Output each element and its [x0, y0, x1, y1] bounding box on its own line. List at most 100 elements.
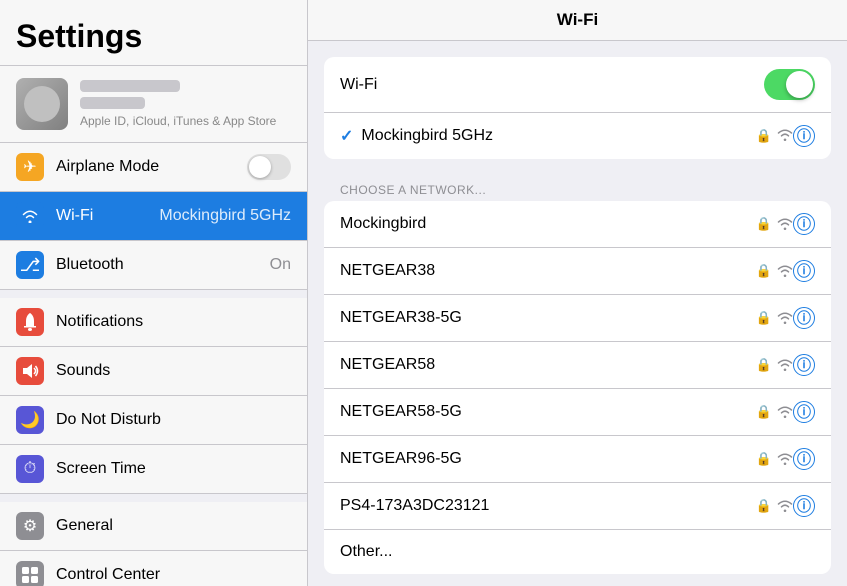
info-btn-netgear96-5g[interactable]: ⓘ	[793, 448, 815, 470]
general-icon: ⚙	[16, 512, 44, 540]
lock-icon-netgear38-5g: 🔒	[756, 310, 772, 326]
lock-icon-netgear38: 🔒	[756, 263, 772, 279]
profile-subtitle: Apple ID, iCloud, iTunes & App Store	[80, 114, 276, 128]
airplane-mode-label: Airplane Mode	[56, 158, 247, 176]
wifi-toggle-row[interactable]: Wi-Fi	[324, 57, 831, 113]
sidebar-item-airplane-mode[interactable]: ✈ Airplane Mode	[0, 143, 307, 192]
connected-network-icons: 🔒	[756, 128, 793, 144]
sidebar-items-list: ✈ Airplane Mode Wi-Fi Mockingbird 5GHz ⎇…	[0, 143, 307, 586]
wifi-icon-netgear38-5g	[777, 312, 793, 324]
airplane-mode-icon: ✈	[16, 153, 44, 181]
section-gap-1	[0, 290, 307, 298]
wifi-icon-ps4	[777, 500, 793, 512]
main-header: Wi-Fi	[308, 0, 847, 41]
screen-time-icon: ⏱	[16, 455, 44, 483]
profile-name-bar2	[80, 97, 145, 109]
choose-network-header: CHOOSE A NETWORK...	[324, 175, 831, 201]
network-icons-ps4: 🔒	[756, 498, 793, 514]
network-row-netgear38-5g[interactable]: NETGEAR38-5G 🔒 ⓘ	[324, 295, 831, 342]
network-icons-netgear96-5g: 🔒	[756, 451, 793, 467]
connected-network-label: Mockingbird 5GHz	[361, 127, 755, 145]
checkmark-icon: ✓	[340, 126, 353, 146]
sidebar-item-notifications[interactable]: Notifications	[0, 298, 307, 347]
wifi-icon	[16, 202, 44, 230]
screen-time-label: Screen Time	[56, 460, 291, 478]
network-name-ps4: PS4-173A3DC23121	[340, 497, 756, 515]
sidebar-item-sounds[interactable]: Sounds	[0, 347, 307, 396]
network-icons-netgear58-5g: 🔒	[756, 404, 793, 420]
info-btn-netgear58-5g[interactable]: ⓘ	[793, 401, 815, 423]
sidebar-item-wifi[interactable]: Wi-Fi Mockingbird 5GHz	[0, 192, 307, 241]
network-row-netgear38[interactable]: NETGEAR38 🔒 ⓘ	[324, 248, 831, 295]
bluetooth-label: Bluetooth	[56, 256, 270, 274]
wifi-icon-netgear38	[777, 265, 793, 277]
network-row-mockingbird[interactable]: Mockingbird 🔒 ⓘ	[324, 201, 831, 248]
connected-network-row[interactable]: ✓ Mockingbird 5GHz 🔒 ⓘ	[324, 113, 831, 159]
wifi-label: Wi-Fi	[56, 207, 159, 225]
network-name-netgear58-5g: NETGEAR58-5G	[340, 403, 756, 421]
sidebar-item-screen-time[interactable]: ⏱ Screen Time	[0, 445, 307, 494]
network-row-netgear96-5g[interactable]: NETGEAR96-5G 🔒 ⓘ	[324, 436, 831, 483]
bluetooth-value: On	[270, 256, 291, 274]
network-row-ps4[interactable]: PS4-173A3DC23121 🔒 ⓘ	[324, 483, 831, 530]
main-panel: Wi-Fi Wi-Fi ✓ Mockingbird 5GHz 🔒	[308, 0, 847, 586]
profile-section[interactable]: Apple ID, iCloud, iTunes & App Store	[0, 66, 307, 143]
wifi-icon-netgear58	[777, 359, 793, 371]
network-icons-netgear38: 🔒	[756, 263, 793, 279]
sounds-label: Sounds	[56, 362, 291, 380]
network-name-other: Other...	[340, 543, 815, 561]
info-btn-netgear58[interactable]: ⓘ	[793, 354, 815, 376]
wifi-icon-mockingbird	[777, 218, 793, 230]
network-icons-netgear38-5g: 🔒	[756, 310, 793, 326]
network-icons-netgear58: 🔒	[756, 357, 793, 373]
network-row-netgear58-5g[interactable]: NETGEAR58-5G 🔒 ⓘ	[324, 389, 831, 436]
wifi-toggle-card: Wi-Fi ✓ Mockingbird 5GHz 🔒 ⓘ	[324, 57, 831, 159]
do-not-disturb-label: Do Not Disturb	[56, 411, 291, 429]
sidebar: Settings Apple ID, iCloud, iTunes & App …	[0, 0, 308, 586]
lock-icon-netgear96-5g: 🔒	[756, 451, 772, 467]
lock-icon-ps4: 🔒	[756, 498, 772, 514]
lock-icon-mockingbird: 🔒	[756, 216, 772, 232]
wifi-icon-netgear58-5g	[777, 406, 793, 418]
connected-network-info-btn[interactable]: ⓘ	[793, 125, 815, 147]
network-icons-mockingbird: 🔒	[756, 216, 793, 232]
wifi-connected-value: Mockingbird 5GHz	[159, 207, 291, 225]
info-btn-ps4[interactable]: ⓘ	[793, 495, 815, 517]
bluetooth-icon: ⎇	[16, 251, 44, 279]
main-content: Wi-Fi ✓ Mockingbird 5GHz 🔒 ⓘ	[308, 41, 847, 586]
notifications-icon	[16, 308, 44, 336]
network-name-netgear58: NETGEAR58	[340, 356, 756, 374]
info-btn-netgear38-5g[interactable]: ⓘ	[793, 307, 815, 329]
lock-icon-netgear58-5g: 🔒	[756, 404, 772, 420]
wifi-toggle[interactable]	[764, 69, 815, 100]
sounds-icon	[16, 357, 44, 385]
general-label: General	[56, 517, 291, 535]
profile-name-bar1	[80, 80, 180, 92]
avatar	[16, 78, 68, 130]
network-row-other[interactable]: Other...	[324, 530, 831, 574]
lock-icon-netgear58: 🔒	[756, 357, 772, 373]
network-name-netgear96-5g: NETGEAR96-5G	[340, 450, 756, 468]
wifi-toggle-label: Wi-Fi	[340, 76, 764, 94]
section-gap-2	[0, 494, 307, 502]
network-name-mockingbird: Mockingbird	[340, 215, 756, 233]
network-name-netgear38-5g: NETGEAR38-5G	[340, 309, 756, 327]
sidebar-item-general[interactable]: ⚙ General	[0, 502, 307, 551]
settings-title: Settings	[0, 0, 307, 65]
info-btn-netgear38[interactable]: ⓘ	[793, 260, 815, 282]
control-center-icon	[16, 561, 44, 586]
lock-icon: 🔒	[756, 128, 772, 144]
control-center-label: Control Center	[56, 566, 291, 584]
sidebar-item-bluetooth[interactable]: ⎇ Bluetooth On	[0, 241, 307, 290]
network-row-netgear58[interactable]: NETGEAR58 🔒 ⓘ	[324, 342, 831, 389]
info-btn-mockingbird[interactable]: ⓘ	[793, 213, 815, 235]
do-not-disturb-icon: 🌙	[16, 406, 44, 434]
sidebar-item-control-center[interactable]: Control Center	[0, 551, 307, 586]
networks-card: Mockingbird 🔒 ⓘ NETGEAR38 🔒	[324, 201, 831, 574]
airplane-mode-toggle[interactable]	[247, 154, 291, 180]
wifi-signal-icon	[777, 128, 793, 144]
notifications-label: Notifications	[56, 313, 291, 331]
sidebar-item-do-not-disturb[interactable]: 🌙 Do Not Disturb	[0, 396, 307, 445]
wifi-icon-netgear96-5g	[777, 453, 793, 465]
network-name-netgear38: NETGEAR38	[340, 262, 756, 280]
